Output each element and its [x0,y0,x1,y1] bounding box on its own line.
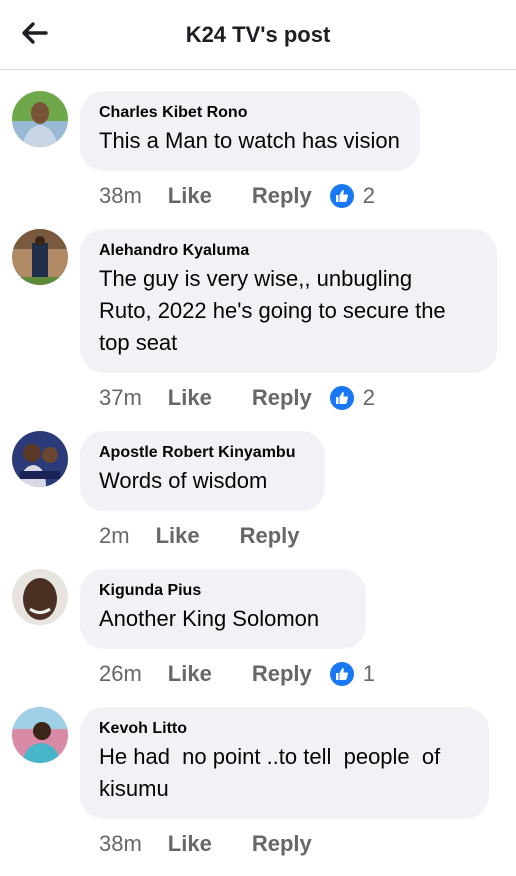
like-button[interactable]: Like [168,385,212,411]
reply-button[interactable]: Reply [252,183,312,209]
like-button[interactable]: Like [156,523,200,549]
avatar[interactable] [12,431,68,487]
comment-time[interactable]: 37m [99,385,142,411]
comment-actions: 38m Like Reply 2 [99,181,375,211]
reply-button[interactable]: Reply [252,385,312,411]
comment-bubble: Alehandro Kyaluma The guy is very wise,,… [80,229,497,373]
reply-button[interactable]: Reply [252,831,312,857]
comment-actions: 26m Like Reply 1 [99,659,375,689]
comment-actions: 37m Like Reply 2 [99,383,375,413]
comment-actions: 38m Like Reply [99,829,330,859]
page-title: K24 TV's post [185,22,331,47]
reaction-count-value: 2 [362,385,375,410]
avatar[interactable] [12,91,68,147]
reaction-count[interactable]: 2 [329,183,375,209]
comment-author[interactable]: Alehandro Kyaluma [99,241,477,261]
reply-button[interactable]: Reply [240,523,300,549]
comment-text: Words of wisdom [99,468,268,493]
top-bar: K24 TV's post [0,0,516,70]
comment-bubble: Kevoh Litto He had no point ..to tell pe… [80,707,489,819]
comment-author[interactable]: Charles Kibet Rono [99,103,400,123]
comment-bubble: Kigunda Pius Another King Solomon [80,569,366,649]
comment-time[interactable]: 38m [99,831,142,857]
reaction-count-value: 2 [362,183,375,208]
thumbs-up-icon [329,184,354,208]
reaction-count-value: 1 [362,661,375,686]
reply-button[interactable]: Reply [252,661,312,687]
comment-time[interactable]: 38m [99,183,142,209]
avatar[interactable] [12,229,68,285]
avatar[interactable] [12,569,68,625]
comment-actions: 2m Like Reply [99,521,318,551]
comment-bubble: Charles Kibet Rono This a Man to watch h… [80,91,420,171]
comment-author[interactable]: Kevoh Litto [99,719,469,739]
like-button[interactable]: Like [168,661,212,687]
like-button[interactable]: Like [168,183,212,209]
comment-time[interactable]: 26m [99,661,142,687]
comment-bubble: Apostle Robert Kinyambu Words of wisdom [80,431,325,511]
comment-text: Another King Solomon [99,606,320,631]
comment-text: The guy is very wise,, unbugling Ruto, 2… [99,266,446,355]
reaction-count[interactable]: 1 [329,661,375,687]
avatar[interactable] [12,707,68,763]
comment-text: This a Man to watch has vision [99,128,400,153]
comment-time[interactable]: 2m [99,523,130,549]
thumbs-up-icon [329,386,354,410]
like-button[interactable]: Like [168,831,212,857]
thumbs-up-icon [329,662,354,686]
comment-text: He had no point ..to tell people of kisu… [99,744,441,801]
comment-author[interactable]: Apostle Robert Kinyambu [99,443,305,463]
comment-author[interactable]: Kigunda Pius [99,581,346,601]
reaction-count[interactable]: 2 [329,385,375,411]
